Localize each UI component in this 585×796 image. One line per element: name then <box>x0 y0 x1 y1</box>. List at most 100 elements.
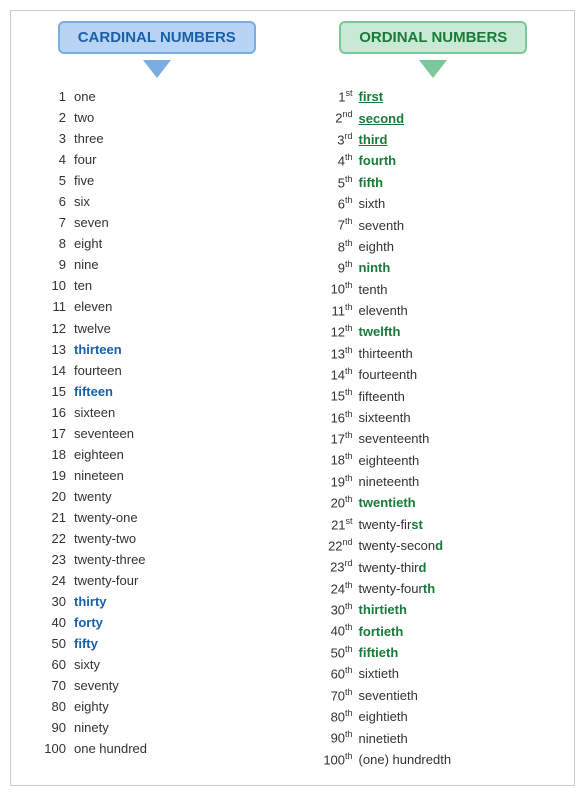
table-row: 19nineteen <box>36 465 304 486</box>
ordinal-number: 18th <box>309 449 353 470</box>
cardinal-word: thirteen <box>74 339 122 360</box>
table-row: 6 six <box>36 191 304 212</box>
ordinal-number: 23rd <box>309 556 353 577</box>
ordinal-number: 14th <box>309 364 353 385</box>
ordinal-word: ninetieth <box>359 728 408 749</box>
cardinal-number: 13 <box>36 339 66 360</box>
cardinal-word: nineteen <box>74 465 124 486</box>
cardinal-word: sixty <box>74 654 100 675</box>
ordinal-word: sixteenth <box>359 407 411 428</box>
ordinal-word: twentieth <box>359 492 416 513</box>
table-row: 7seven <box>36 212 304 233</box>
table-row: 3rdthird <box>309 129 569 150</box>
ordinal-number: 11th <box>309 300 353 321</box>
table-row: 90ninety <box>36 717 304 738</box>
ordinal-word: (one) hundredth <box>359 749 452 770</box>
ordinal-number: 50th <box>309 642 353 663</box>
table-row: 16sixteen <box>36 402 304 423</box>
table-row: 90th ninetieth <box>309 727 569 748</box>
table-row: 30thirty <box>36 591 304 612</box>
table-row: 20twenty <box>36 486 304 507</box>
table-row: 9 nine <box>36 254 304 275</box>
table-row: 13ththirteenth <box>309 343 569 364</box>
ordinal-section: 1stfirst2ndsecond3rdthird4thfourth5thfif… <box>304 86 569 770</box>
cardinal-number: 60 <box>36 654 66 675</box>
cardinal-number: 4 <box>36 149 66 170</box>
ordinal-number: 2nd <box>309 107 353 128</box>
ordinal-word: eighth <box>359 236 394 257</box>
table-row: 50thfiftieth <box>309 642 569 663</box>
cardinal-number: 17 <box>36 423 66 444</box>
cardinal-number: 24 <box>36 570 66 591</box>
ordinal-word: thirteenth <box>359 343 413 364</box>
cardinal-word: forty <box>74 612 103 633</box>
ordinal-number: 22nd <box>309 535 353 556</box>
cardinal-number: 70 <box>36 675 66 696</box>
ordinal-number: 40th <box>309 620 353 641</box>
cardinal-number: 90 <box>36 717 66 738</box>
ordinal-number: 6th <box>309 193 353 214</box>
ordinal-number: 3rd <box>309 129 353 150</box>
cardinal-word: twelve <box>74 318 111 339</box>
table-row: 1stfirst <box>309 86 569 107</box>
ordinal-word: twenty-third <box>359 557 427 578</box>
ordinal-word: seventeenth <box>359 428 430 449</box>
ordinal-word: fifth <box>359 172 384 193</box>
cardinal-number: 10 <box>36 275 66 296</box>
main-container: CARDINAL NUMBERS ORDINAL NUMBERS 1one2tw… <box>10 10 575 786</box>
table-row: 80eighty <box>36 696 304 717</box>
cardinal-word: twenty-three <box>74 549 146 570</box>
table-row: 9thninth <box>309 257 569 278</box>
cardinal-number: 50 <box>36 633 66 654</box>
cardinal-number: 21 <box>36 507 66 528</box>
table-row: 2nd second <box>309 107 569 128</box>
cardinal-number: 11 <box>36 296 66 317</box>
ordinal-number: 60th <box>309 663 353 684</box>
table-row: 80theightieth <box>309 706 569 727</box>
cardinal-word: seventy <box>74 675 119 696</box>
ordinal-word: first <box>359 86 384 107</box>
cardinal-word: ten <box>74 275 92 296</box>
ordinal-arrow <box>419 60 447 78</box>
table-row: 10thtenth <box>309 278 569 299</box>
cardinal-word: five <box>74 170 94 191</box>
ordinal-number: 7th <box>309 214 353 235</box>
table-row: 8eight <box>36 233 304 254</box>
ordinal-word: twenty-first <box>359 514 423 535</box>
cardinal-word: sixteen <box>74 402 115 423</box>
table-row: 14fourteen <box>36 360 304 381</box>
table-row: 19thnineteenth <box>309 471 569 492</box>
ordinal-word: tenth <box>359 279 388 300</box>
ordinal-number: 19th <box>309 471 353 492</box>
cardinal-word: seventeen <box>74 423 134 444</box>
table-row: 22ndtwenty-second <box>309 535 569 556</box>
ordinal-number: 80th <box>309 706 353 727</box>
cardinal-number: 6 <box>36 191 66 212</box>
table-row: 7thseventh <box>309 214 569 235</box>
ordinal-word: thirtieth <box>359 599 407 620</box>
table-row: 3three <box>36 128 304 149</box>
table-row: 40forty <box>36 612 304 633</box>
ordinal-number: 90th <box>309 727 353 748</box>
cardinal-word: eighty <box>74 696 109 717</box>
table-row: 20thtwentieth <box>309 492 569 513</box>
ordinal-number: 17th <box>309 428 353 449</box>
table-row: 10 ten <box>36 275 304 296</box>
cardinal-word: thirty <box>74 591 107 612</box>
cardinal-word: nine <box>74 254 99 275</box>
cardinal-number: 1 <box>36 86 66 107</box>
ordinal-number: 30th <box>309 599 353 620</box>
table-row: 21twenty-one <box>36 507 304 528</box>
table-row: 13 thirteen <box>36 339 304 360</box>
cardinal-header: CARDINAL NUMBERS <box>58 21 256 54</box>
cardinal-number: 9 <box>36 254 66 275</box>
cardinal-number: 20 <box>36 486 66 507</box>
cardinal-word: fifty <box>74 633 98 654</box>
table-row: 24twenty-four <box>36 570 304 591</box>
ordinal-number: 21st <box>309 514 353 535</box>
ordinal-word: seventieth <box>359 685 418 706</box>
table-row: 21st twenty-first <box>309 514 569 535</box>
cardinal-word: six <box>74 191 90 212</box>
ordinal-word: second <box>359 108 405 129</box>
ordinal-word: fourth <box>359 150 397 171</box>
